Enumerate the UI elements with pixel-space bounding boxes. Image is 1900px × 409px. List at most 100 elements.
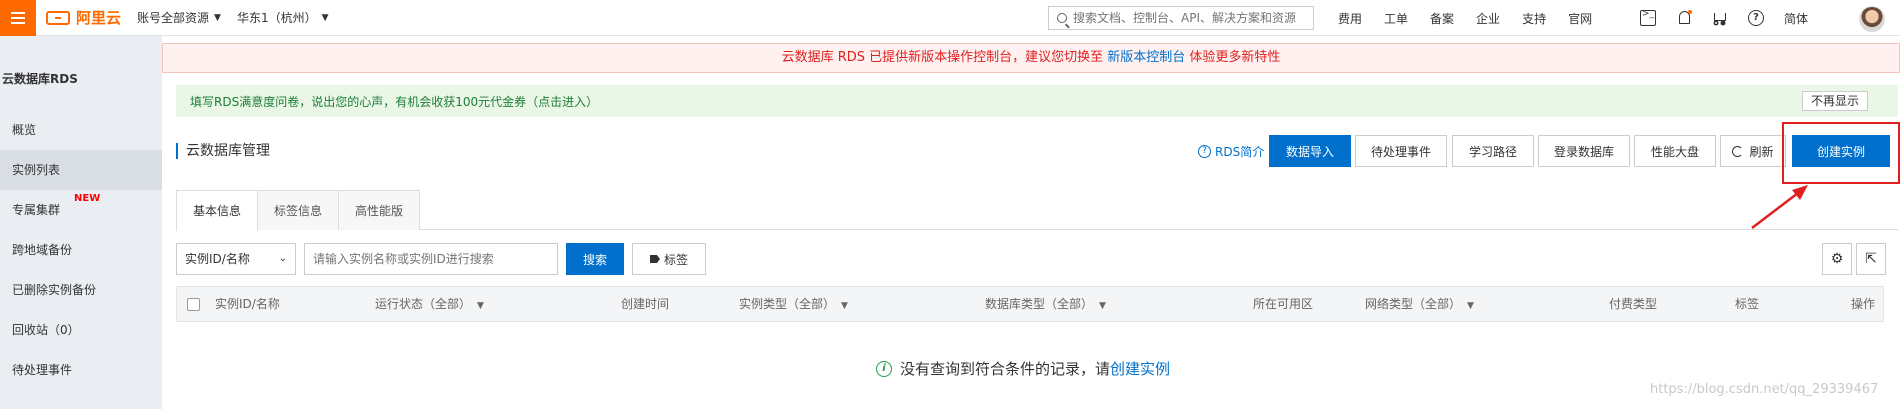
sidebar-item-label: 待处理事件 (12, 363, 73, 377)
chevron-down-icon: ⌄ (278, 253, 287, 264)
col-actions: 操作 (1851, 287, 1875, 321)
top-link-billing[interactable]: 费用 (1338, 10, 1362, 27)
sidebar-item-cross-region-backup[interactable]: 跨地域备份 (0, 230, 162, 270)
gear-icon: ⚙ (1830, 251, 1844, 267)
col-label: 所在可用区 (1253, 297, 1314, 311)
new-console-notice: 云数据库 RDS 已提供新版本操作控制台，建议您切换至 新版本控制台 体验更多新… (162, 43, 1900, 73)
top-link-icp[interactable]: 备案 (1430, 10, 1454, 27)
col-label: 网络类型（全部） (1365, 297, 1462, 311)
new-badge: NEW (74, 193, 101, 204)
tag-label: 标签 (663, 252, 688, 267)
caret-down-icon: ▼ (841, 301, 848, 311)
top-link-enterprise[interactable]: 企业 (1476, 10, 1500, 27)
survey-link[interactable]: 填写RDS满意度问卷，说出您的心声，有机会收获100元代金券（点击进入） (190, 93, 598, 110)
help-icon[interactable]: ? (1748, 10, 1764, 26)
rds-intro-link[interactable]: ? RDS简介 (1198, 143, 1264, 160)
sidebar-title: 云数据库RDS (2, 72, 78, 86)
search-field-select[interactable]: 实例ID/名称 ⌄ (176, 243, 296, 275)
sidebar-item-label: 已删除实例备份 (12, 283, 97, 297)
new-console-link[interactable]: 新版本控制台 (1107, 50, 1185, 65)
tag-filter-button[interactable]: 标签 (632, 243, 706, 275)
col-tags: 标签 (1735, 287, 1759, 321)
col-billing-type: 付费类型 (1609, 287, 1657, 321)
bell-icon[interactable] (1676, 10, 1692, 26)
table-header: 实例ID/名称 运行状态（全部） ▼ 创建时间 实例类型（全部） ▼ 数据库类型（全… (176, 286, 1884, 322)
aliyun-logo-icon (46, 10, 70, 25)
col-label: 实例类型（全部） (739, 297, 836, 311)
global-search[interactable] (1048, 6, 1314, 30)
sidebar: 云数据库RDS 概览 实例列表 专属集群 NEW 跨地域备份 已删除实例备份 回… (0, 36, 162, 409)
col-db-type[interactable]: 数据库类型（全部） ▼ (985, 287, 1106, 323)
rds-intro-label: RDS简介 (1215, 145, 1265, 159)
menu-icon[interactable] (0, 0, 36, 36)
sidebar-item-label: 实例列表 (12, 163, 61, 177)
col-label: 运行状态（全部） (375, 297, 472, 311)
cart-icon[interactable] (1712, 10, 1728, 26)
caret-down-icon: ▼ (1467, 301, 1474, 311)
create-instance-link[interactable]: 创建实例 (1110, 358, 1170, 379)
refresh-label: 刷新 (1749, 144, 1774, 159)
sidebar-item-label: 专属集群 (12, 203, 61, 217)
col-label: 标签 (1735, 297, 1760, 311)
top-link-ticket[interactable]: 工单 (1384, 10, 1408, 27)
dismiss-survey-button[interactable]: 不再显示 (1801, 91, 1868, 111)
select-all-checkbox[interactable] (187, 298, 200, 311)
aliyun-logo[interactable]: 阿里云 (46, 7, 121, 28)
page-title: 云数据库管理 (176, 143, 270, 159)
tab-basic-info[interactable]: 基本信息 (176, 190, 259, 231)
info-icon: i (876, 360, 892, 377)
col-label: 数据库类型（全部） (985, 297, 1094, 311)
sidebar-item-instances[interactable]: 实例列表 (0, 150, 162, 190)
col-label: 付费类型 (1609, 297, 1658, 311)
col-label: 创建时间 (621, 297, 670, 311)
account-scope-select[interactable]: 账号全部资源 ▼ (137, 9, 221, 26)
caret-down-icon: ▼ (321, 12, 329, 23)
region-label: 华东1（杭州） (236, 11, 317, 25)
col-instance-type[interactable]: 实例类型（全部） ▼ (739, 287, 848, 323)
highlight-annotation-box (1782, 122, 1900, 184)
sidebar-item-label-wrap: 专属集群 NEW (12, 193, 100, 217)
global-search-input[interactable] (1073, 11, 1303, 25)
col-label: 实例ID/名称 (215, 297, 280, 311)
terminal-icon[interactable] (1640, 9, 1656, 26)
tab-high-performance[interactable]: 高性能版 (338, 190, 421, 230)
search-button[interactable]: 搜索 (566, 243, 624, 275)
col-zone: 所在可用区 (1253, 287, 1313, 321)
refresh-button[interactable]: 刷新 (1720, 135, 1786, 167)
sidebar-item-label: 回收站（0） (12, 323, 80, 337)
top-links: 费用 工单 备案 企业 支持 官网 (1338, 0, 1614, 36)
empty-state: i 没有查询到符合条件的记录，请 创建实例 (876, 358, 1170, 379)
region-select[interactable]: 华东1（杭州） ▼ (237, 9, 329, 26)
question-circle-icon: ? (1198, 145, 1211, 158)
sidebar-item-deleted-backup[interactable]: 已删除实例备份 (0, 270, 162, 310)
export-button[interactable]: ⇱ (1856, 243, 1886, 275)
login-database-button[interactable]: 登录数据库 (1538, 135, 1630, 167)
sidebar-item-overview[interactable]: 概览 (0, 110, 162, 150)
pending-events-button[interactable]: 待处理事件 (1355, 135, 1447, 167)
sidebar-item-dedicated-cluster[interactable]: 专属集群 NEW (0, 190, 162, 230)
top-link-support[interactable]: 支持 (1522, 10, 1546, 27)
top-link-website[interactable]: 官网 (1568, 10, 1592, 27)
caret-down-icon: ▼ (214, 12, 221, 23)
performance-dashboard-button[interactable]: 性能大盘 (1634, 135, 1716, 167)
logo-text: 阿里云 (76, 9, 122, 27)
col-status[interactable]: 运行状态（全部） ▼ (375, 287, 484, 323)
top-navbar: 阿里云 账号全部资源 ▼ 华东1（杭州） ▼ (0, 0, 1900, 36)
avatar[interactable] (1859, 6, 1885, 32)
tag-icon (649, 255, 660, 263)
instance-search-input[interactable] (304, 243, 558, 275)
tab-tag-info[interactable]: 标签信息 (257, 190, 340, 230)
search-field-label: 实例ID/名称 (185, 252, 250, 266)
sidebar-item-recycle-bin[interactable]: 回收站（0） (0, 310, 162, 350)
sidebar-item-pending-events[interactable]: 待处理事件 (0, 350, 162, 390)
account-scope-label: 账号全部资源 (137, 11, 210, 25)
col-label: 操作 (1851, 297, 1876, 311)
notice-suffix: 体验更多新特性 (1189, 50, 1281, 65)
learning-path-button[interactable]: 学习路径 (1452, 135, 1534, 167)
settings-button[interactable]: ⚙ (1822, 243, 1852, 275)
col-network-type[interactable]: 网络类型（全部） ▼ (1365, 287, 1474, 323)
col-instance-id: 实例ID/名称 (215, 287, 280, 321)
data-import-button[interactable]: 数据导入 (1269, 135, 1351, 167)
language-switch[interactable]: 简体 (1784, 10, 1808, 27)
caret-down-icon: ▼ (477, 301, 484, 311)
